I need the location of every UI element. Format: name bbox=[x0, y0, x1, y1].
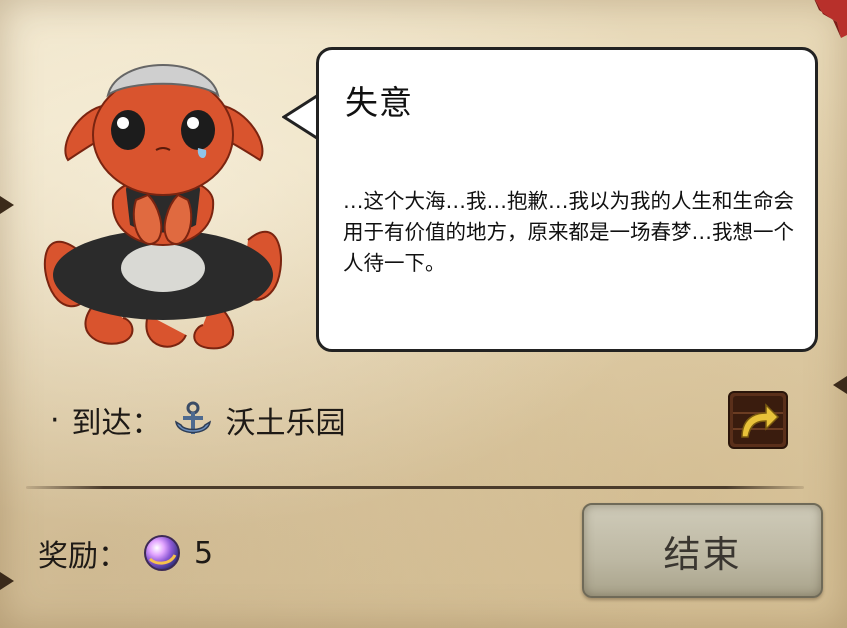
bullet: · bbox=[50, 402, 60, 438]
reward-row: 奖励： 5 bbox=[38, 531, 213, 575]
reward-label: 奖励： bbox=[38, 539, 128, 574]
dialog-title: 失意 bbox=[345, 83, 413, 122]
gem-icon bbox=[144, 535, 180, 571]
destination-row: · 到达： 沃土乐园 bbox=[50, 398, 346, 442]
divider bbox=[26, 486, 804, 489]
end-button-label: 结束 bbox=[663, 532, 742, 576]
destination-name: 沃土乐园 bbox=[225, 406, 346, 441]
share-arrow-button[interactable] bbox=[728, 391, 788, 449]
anchor-icon bbox=[174, 401, 211, 434]
corner-ribbon-icon bbox=[814, 0, 847, 38]
destination-label: 到达： bbox=[71, 406, 162, 441]
dialog-message: …这个大海…我…抱歉…我以为我的人生和生命会用于有价值的地方，原来都是一场春梦…… bbox=[343, 189, 794, 275]
reward-amount: 5 bbox=[194, 535, 214, 571]
speech-bubble: 失意 …这个大海…我…抱歉…我以为我的人生和生命会用于有价值的地方，原来都是一场… bbox=[316, 47, 818, 352]
end-button[interactable]: 结束 bbox=[582, 503, 823, 598]
octopus-character-portrait bbox=[43, 64, 282, 350]
